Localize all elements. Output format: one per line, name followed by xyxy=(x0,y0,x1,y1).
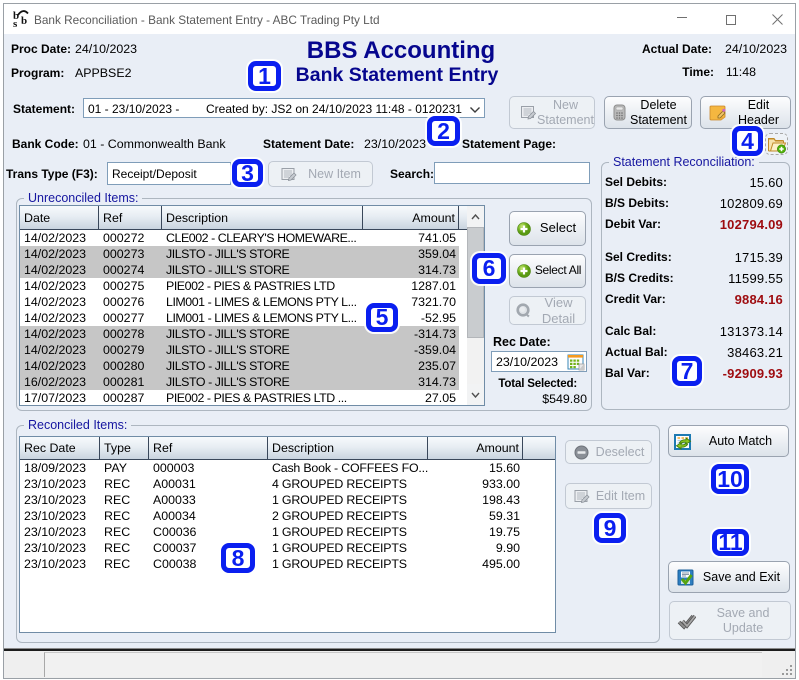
svg-text:b: b xyxy=(21,15,27,27)
svg-text:s: s xyxy=(13,18,18,28)
